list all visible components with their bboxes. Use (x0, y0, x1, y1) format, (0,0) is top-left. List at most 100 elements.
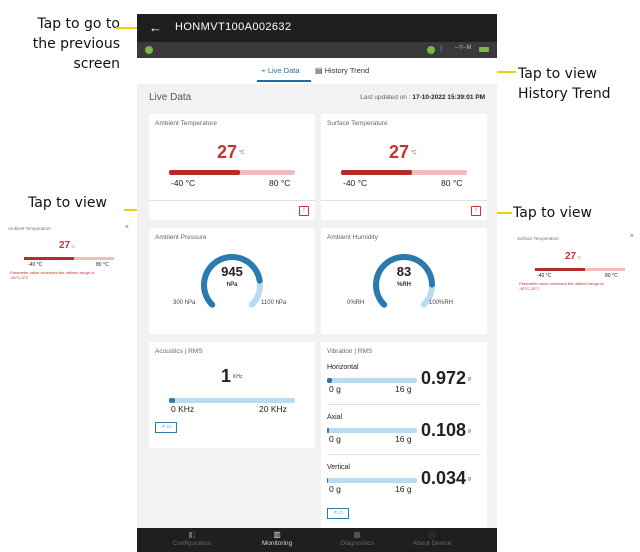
range-max: 16 g (395, 434, 412, 444)
temperature-unit: °C (411, 150, 417, 157)
nav-configuration[interactable]: ◧ Configuration (157, 530, 227, 547)
temperature-number: 27 (217, 142, 238, 162)
range-min: 300 hPa (173, 300, 196, 306)
configuration-icon: ◧ (188, 530, 196, 539)
signal-text: --Y--M (455, 45, 472, 51)
range-min: -40 °C (343, 178, 368, 188)
popup-max: 80 °C (605, 273, 618, 279)
vibration-trend-button[interactable]: ↗ ▭ (327, 508, 349, 519)
vibration-axis-label: Vertical (327, 464, 350, 471)
annotation-view-left: Tap to view (28, 195, 107, 211)
device-screen: ← HONMVT100A002632 ᛒ --Y--M ⌁ Live Data ▤… (137, 14, 497, 552)
pressure-value: 945 (221, 264, 243, 279)
vibration-number: 0.108 (421, 420, 467, 440)
last-updated-value: 17-10-2022 15:39:01 PM (412, 94, 485, 101)
tab-history-trend-label: History Trend (324, 66, 370, 75)
vibration-divider (327, 454, 481, 455)
info-icon[interactable]: ! (299, 206, 309, 216)
nav-diagnostics[interactable]: ▦ Diagnostics (322, 530, 392, 547)
popup-value-unit: °C (71, 245, 76, 249)
popup-title: Surface Temperature (517, 236, 559, 241)
popup-value-number: 27 (59, 240, 71, 251)
bluetooth-icon: ᛒ (439, 44, 444, 53)
vibration-unit: g (468, 376, 471, 383)
range-max: 1100 hPa (261, 300, 287, 306)
vibration-range-bar (327, 478, 417, 483)
monitoring-icon: ▥ (273, 530, 281, 539)
humidity-value: 83 (396, 264, 412, 279)
acoustics-unit: KHz (233, 374, 243, 381)
vibration-card[interactable]: Vibration | RMS Horizontal 0 g 16 g 0.97… (321, 342, 487, 528)
acoustics-card[interactable]: Acoustics | RMS 1 KHz 0 KHz 20 KHz ↗ ▭ (149, 342, 315, 448)
temperature-number: 27 (389, 142, 410, 162)
nav-about-device[interactable]: ⓘ About Device (397, 530, 467, 547)
tab-live-data[interactable]: ⌁ Live Data (261, 66, 300, 75)
acoustics-trend-button[interactable]: ↗ ▭ (155, 422, 177, 433)
acoustics-range-fill (169, 398, 176, 403)
nav-monitoring-label: Monitoring (261, 540, 293, 547)
annotation-back-line2: the previous (32, 36, 120, 52)
range-min: 0 g (329, 484, 341, 494)
vibration-divider (327, 404, 481, 405)
popup-value: 27°C (59, 240, 75, 251)
acoustics-number: 1 (221, 366, 232, 386)
temperature-value: 27 °C (217, 142, 245, 163)
annotation-history-line2: History Trend (518, 86, 611, 102)
back-arrow-icon[interactable]: ← (149, 20, 162, 35)
temperature-range-fill (341, 170, 412, 175)
live-data-panel: Live Data Last updated on : 17-10-2022 1… (141, 84, 493, 528)
vibration-range-bar (327, 378, 417, 383)
annotation-history: Tap to view History Trend (518, 64, 640, 104)
popup-min: -40 °C (28, 262, 43, 268)
range-max: 16 g (395, 384, 412, 394)
ambient-pressure-card[interactable]: Ambient Pressure 945 hPa 300 hPa 1100 hP… (149, 228, 315, 334)
temperature-range-bar (341, 170, 467, 175)
popup-range-bar (535, 268, 625, 271)
document-icon: ▤ (315, 66, 323, 75)
check-status-icon (427, 46, 435, 54)
vibration-number: 0.972 (421, 368, 467, 388)
temperature-unit: °C (239, 150, 245, 157)
range-min: 0 KHz (171, 404, 195, 414)
range-max: 100%RH (429, 300, 454, 306)
popup-value-number: 27 (565, 251, 577, 262)
card-title: Acoustics | RMS (155, 348, 203, 355)
about-device-icon: ⓘ (428, 530, 436, 539)
vibration-value: 0.108 g (421, 420, 471, 441)
ambient-temperature-popup: Ambient Temperature × 27°C -40 °C 80 °C … (6, 224, 131, 284)
vibration-range-fill (327, 478, 328, 483)
popup-min: -40 °C (537, 273, 552, 279)
battery-icon (479, 47, 489, 52)
ambient-humidity-card[interactable]: Ambient Humidity 83 %RH 0%RH 100%RH (321, 228, 487, 334)
annotation-back-line1: Tap to go to (37, 16, 120, 32)
range-min: -40 °C (171, 178, 196, 188)
popup-close-icon[interactable]: × (125, 224, 129, 231)
live-data-title: Live Data (149, 92, 192, 103)
card-divider (149, 200, 315, 201)
popup-title: Ambient Temperature (8, 226, 51, 231)
info-icon[interactable]: ! (471, 206, 481, 216)
nav-monitoring[interactable]: ▥ Monitoring (242, 530, 312, 547)
vibration-range-fill (327, 378, 333, 383)
status-bar: ᛒ --Y--M (137, 42, 497, 58)
popup-range-fill (24, 257, 75, 260)
range-max: 16 g (395, 484, 412, 494)
ambient-temperature-card[interactable]: Ambient Temperature 27 °C -40 °C 80 °C ! (149, 114, 315, 220)
nav-about-device-label: About Device (412, 540, 452, 547)
card-title: Vibration | RMS (327, 348, 373, 355)
diagnostics-icon: ▦ (353, 530, 361, 539)
vibration-number: 0.034 (421, 468, 467, 488)
annotation-back-line3: screen (73, 56, 120, 72)
trend-line-icon: ⌁ (261, 66, 266, 75)
acoustics-range-bar (169, 398, 295, 403)
popup-alert-message: Parameter value exceeded the defined ran… (519, 281, 604, 291)
popup-max: 80 °C (96, 262, 109, 268)
vibration-range-fill (327, 428, 329, 433)
temperature-value: 27 °C (389, 142, 417, 163)
annotation-history-line1: Tap to view (518, 66, 597, 82)
popup-close-icon[interactable]: × (630, 233, 634, 240)
last-updated-label: Last updated on : (360, 94, 411, 101)
surface-temperature-card[interactable]: Surface Temperature 27 °C -40 °C 80 °C ! (321, 114, 487, 220)
popup-range-bar (24, 257, 114, 260)
tab-history-trend[interactable]: ▤ History Trend (315, 66, 369, 75)
